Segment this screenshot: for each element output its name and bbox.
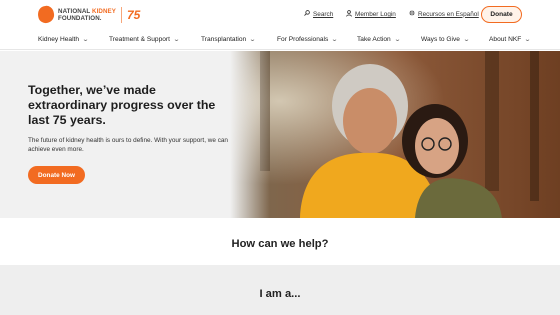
chevron-down-icon: ⌄ <box>249 37 257 43</box>
nav-label: Transplantation <box>201 36 247 43</box>
nav-transplantation[interactable]: Transplantation ⌄ <box>201 36 257 43</box>
help-section: How can we help? <box>0 218 560 265</box>
nav-treatment-support[interactable]: Treatment & Support ⌄ <box>109 36 181 43</box>
search-icon <box>304 10 310 18</box>
chevron-down-icon: ⌄ <box>331 37 339 43</box>
help-heading: How can we help? <box>231 238 329 250</box>
search-link[interactable]: Search <box>304 10 333 18</box>
hero-title: Together, we’ve made extraordinary progr… <box>28 83 216 127</box>
hero-photo <box>230 51 560 218</box>
member-login-label: Member Login <box>355 11 396 18</box>
logo-line2: FOUNDATION. <box>58 14 102 22</box>
top-bar: NATIONAL KIDNEY FOUNDATION. 75 Search Me… <box>0 0 560 30</box>
hero-banner: Together, we’ve made extraordinary progr… <box>0 51 560 218</box>
chevron-down-icon: ⌄ <box>82 37 90 43</box>
nkf-logo[interactable]: NATIONAL KIDNEY FOUNDATION. 75 <box>36 4 141 25</box>
nav-label: Treatment & Support <box>109 36 170 43</box>
chevron-down-icon: ⌄ <box>172 37 181 43</box>
user-icon <box>346 10 352 19</box>
member-login-link[interactable]: Member Login <box>346 10 396 19</box>
nav-about-nkf[interactable]: About NKF ⌄ <box>489 36 532 43</box>
donate-now-button[interactable]: Donate Now <box>28 166 85 184</box>
logo-wordmark: NATIONAL KIDNEY FOUNDATION. <box>58 8 116 22</box>
recursos-espanol-link[interactable]: Recursos en Español <box>409 10 479 18</box>
nav-kidney-health[interactable]: Kidney Health ⌄ <box>38 36 90 43</box>
globe-icon <box>409 10 415 18</box>
logo-line1-a: NATIONAL <box>58 7 93 15</box>
nav-label: About NKF <box>489 36 522 43</box>
chevron-down-icon: ⌄ <box>462 37 471 43</box>
kidney-logo-icon <box>36 4 56 25</box>
chevron-down-icon: ⌄ <box>393 37 401 43</box>
nav-ways-to-give[interactable]: Ways to Give ⌄ <box>421 36 471 43</box>
hero-text-block: Together, we’ve made extraordinary progr… <box>28 83 238 154</box>
nav-label: Take Action <box>357 36 391 43</box>
anniversary-75-logo: 75 <box>127 7 141 22</box>
nav-for-professionals[interactable]: For Professionals ⌄ <box>277 36 339 43</box>
audience-section: I am a... <box>0 265 560 315</box>
hero-description: The future of kidney health is ours to d… <box>28 137 228 153</box>
recursos-espanol-label: Recursos en Español <box>418 10 479 18</box>
nav-take-action[interactable]: Take Action ⌄ <box>357 36 401 43</box>
logo-divider <box>121 6 122 23</box>
donate-button[interactable]: Donate <box>481 6 522 23</box>
search-label: Search <box>313 10 334 18</box>
nav-label: Kidney Health <box>38 36 80 43</box>
nav-label: For Professionals <box>277 36 329 43</box>
audience-heading: I am a... <box>259 288 301 300</box>
nav-label: Ways to Give <box>421 36 460 43</box>
logo-line1-b: KIDNEY <box>92 7 116 15</box>
main-nav: Kidney Health ⌄ Treatment & Support ⌄ Tran… <box>0 30 560 50</box>
chevron-down-icon: ⌄ <box>524 37 532 43</box>
